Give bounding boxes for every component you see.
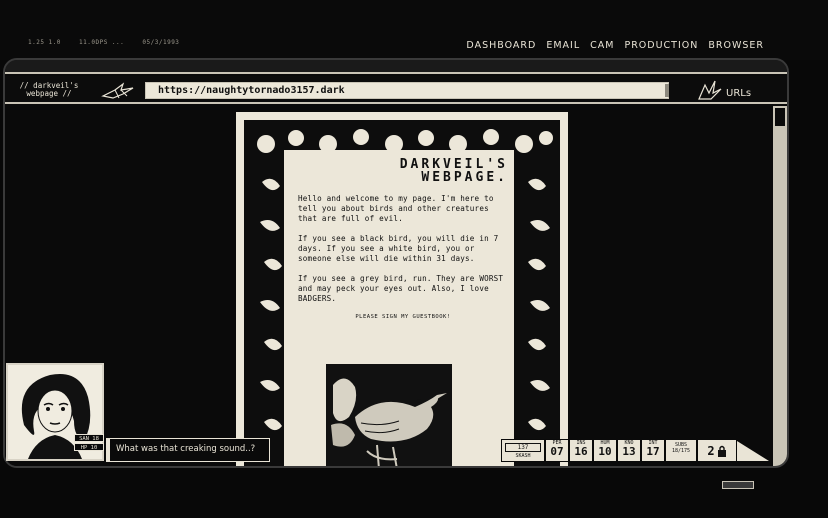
nav-email[interactable]: EMAIL: [546, 40, 580, 51]
stat-per: PER 07: [546, 440, 568, 461]
nav-dashboard[interactable]: DASHBOARD: [466, 40, 536, 51]
stat-hum-value: 10: [598, 445, 612, 458]
webpage: DARKVEIL'S WEBPAGE. Hello and welcome to…: [236, 112, 568, 466]
window-title-strip: [5, 60, 787, 74]
skash-value: 137: [505, 443, 541, 452]
system-meta: 1.25 1.0 11.0DPS ... 05/3/1993: [28, 39, 193, 46]
stat-kno-value: 13: [622, 445, 636, 458]
url-input[interactable]: https://naughtytornado3157.dark: [145, 82, 669, 99]
nav-cam[interactable]: CAM: [590, 40, 614, 51]
health-stat: HP 10: [74, 443, 104, 451]
sanity-stat: SAN 18: [74, 434, 104, 442]
nav-browser[interactable]: BROWSER: [708, 40, 764, 51]
bird-illustration: [326, 364, 452, 466]
page-title-line2: WEBPAGE.: [421, 170, 508, 185]
webpage-content: DARKVEIL'S WEBPAGE. Hello and welcome to…: [284, 150, 514, 466]
intro-paragraph: Hello and welcome to my page. I'm here t…: [298, 194, 494, 223]
stat-int-value: 17: [646, 445, 660, 458]
page-scrollbar[interactable]: [771, 106, 787, 466]
stat-ins: INS 16: [570, 440, 592, 461]
stat-int: INT 17: [642, 440, 664, 461]
main-nav: DASHBOARD EMAIL CAM PRODUCTION BROWSER: [466, 40, 764, 51]
url-scroll-indicator: [665, 84, 669, 97]
lock-icon: [717, 445, 726, 457]
site-title: // darkveil's webpage //: [19, 81, 79, 98]
subs-counter: SUBS 18/175: [666, 440, 696, 461]
stat-kno: KNO 13: [618, 440, 640, 461]
version-readout: 1.25 1.0: [28, 39, 61, 46]
subs-icons: 2: [698, 440, 736, 461]
hud-corner-icon: [737, 441, 769, 461]
birds-paragraph: If you see a black bird, you will die in…: [298, 234, 499, 263]
stat-hum: HUM 10: [594, 440, 616, 461]
browser-viewport: DARKVEIL'S WEBPAGE. Hello and welcome to…: [5, 106, 773, 466]
subs-icon-value: 2: [707, 443, 715, 458]
address-bar: // darkveil's webpage // https://naughty…: [5, 76, 787, 104]
subs-value: 18/175: [671, 448, 691, 454]
urls-button[interactable]: URLs: [697, 79, 751, 101]
skash-label: SKASH: [515, 453, 531, 459]
dialogue-box: What was that creaking sound..?: [106, 438, 270, 462]
guestbook-link[interactable]: PLEASE SIGN MY GUESTBOOK!: [298, 314, 508, 320]
date-readout: 05/3/1993: [142, 39, 180, 46]
bird-engraving: [331, 378, 447, 466]
nav-production[interactable]: PRODUCTION: [624, 40, 698, 51]
stat-per-value: 07: [550, 445, 564, 458]
scroll-thumb[interactable]: [775, 108, 785, 126]
skash-counter: 137 SKASH: [502, 440, 544, 461]
crane-icon: [698, 80, 722, 100]
page-title: DARKVEIL'S WEBPAGE.: [298, 158, 508, 184]
bird-logo-icon: [101, 82, 134, 99]
urls-label: URLs: [726, 87, 752, 99]
fps-readout: 11.0DPS ...: [79, 39, 125, 46]
stat-ins-value: 16: [574, 445, 588, 458]
stats-hud: 137 SKASH PER 07 INS 16 HUM 10 KNO 13 IN…: [501, 439, 769, 462]
browser-window: // darkveil's webpage // https://naughty…: [3, 58, 789, 468]
bottom-toggle-button[interactable]: [722, 481, 754, 489]
top-bar: 1.25 1.0 11.0DPS ... 05/3/1993 DASHBOARD…: [0, 0, 828, 60]
grey-bird-paragraph: If you see a grey bird, run. They are WO…: [298, 274, 504, 303]
